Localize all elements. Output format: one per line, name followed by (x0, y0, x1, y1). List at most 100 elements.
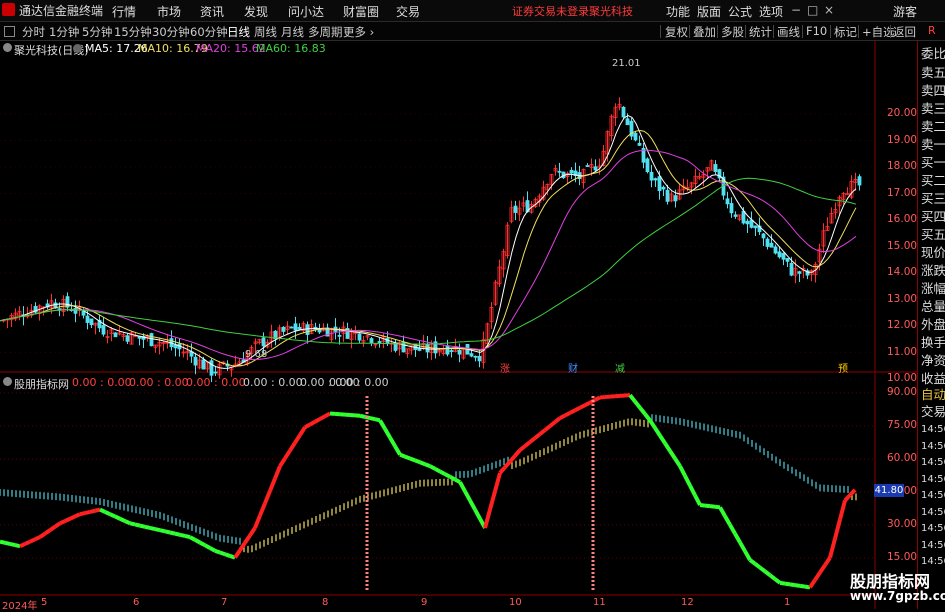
ma-toggle-icon[interactable] (73, 44, 82, 53)
period-tab-multi[interactable]: 多周期 (308, 24, 343, 40)
indicator-segment (655, 428, 660, 436)
event-badge-limit-up[interactable]: 涨 (500, 360, 510, 375)
menu-item-trade[interactable]: 交易 (396, 3, 420, 20)
menu-item-options[interactable]: 选项 (759, 3, 783, 20)
period-tab-30min[interactable]: 30分钟 (152, 24, 190, 40)
indicator-segment (290, 443, 295, 451)
quote-field-label[interactable]: 卖四 (921, 83, 945, 99)
quote-field-label[interactable]: 买四 (921, 209, 945, 225)
close-icon[interactable]: × (824, 3, 834, 17)
indicator-segment (375, 419, 380, 420)
indicator-segment (425, 464, 430, 466)
menu-item-layout[interactable]: 版面 (697, 3, 721, 20)
tool-multi-stock[interactable]: 多股 (721, 24, 744, 40)
period-tab-monthly[interactable]: 月线 (281, 24, 304, 40)
panel-corner-label[interactable]: R (928, 24, 936, 37)
candle-body (426, 344, 429, 352)
tool-back[interactable]: 返回 (893, 24, 916, 40)
candle-body (114, 333, 117, 337)
quote-field-label[interactable]: 涨跌 (921, 263, 945, 279)
panel-toggle-icon[interactable] (4, 26, 15, 37)
indicator-segment (515, 450, 520, 456)
quote-field-label[interactable]: 净资 (921, 353, 945, 369)
tool-overlay[interactable]: 叠加 (693, 24, 716, 40)
indicator-segment (195, 540, 200, 543)
quote-field-label[interactable]: 委比 (921, 46, 945, 62)
indicator-segment (120, 519, 125, 521)
indicator-segment (300, 427, 305, 435)
indicator-segment (735, 534, 740, 543)
indicator-segment (550, 422, 555, 426)
quote-field-label[interactable]: 外盘 (921, 317, 945, 333)
stock-link[interactable]: 聚光科技 (589, 3, 633, 19)
indicator-settings-icon[interactable] (3, 377, 12, 386)
quote-field-label[interactable]: 卖五 (921, 65, 945, 81)
menu-item-fortune[interactable]: 财富圈 (343, 3, 379, 20)
quote-field-label[interactable]: 买一 (921, 155, 945, 171)
event-badge-finance[interactable]: 财 (568, 360, 578, 375)
indicator-segment (45, 530, 50, 533)
quote-field-label[interactable]: 涨幅 (921, 281, 945, 297)
indicator-segment (60, 521, 65, 523)
quote-field-label[interactable]: 买五 (921, 227, 945, 243)
toolbar-separator (745, 25, 746, 38)
indicator-segment (485, 510, 490, 528)
period-tab-timeshare[interactable]: 分时 (22, 24, 45, 40)
period-tab-daily[interactable]: 日线 (227, 24, 250, 40)
candle-body (766, 239, 769, 246)
minimize-icon[interactable]: − (791, 3, 801, 17)
indicator-segment (760, 568, 765, 572)
indicator-segment (725, 516, 730, 525)
period-tab-weekly[interactable]: 周线 (254, 24, 277, 40)
period-tab-60min[interactable]: 60分钟 (190, 24, 228, 40)
indicator-tick: 15.00 (887, 551, 917, 563)
candle-body (558, 171, 561, 172)
period-tab-1min[interactable]: 1分钟 (49, 24, 79, 40)
login-warning[interactable]: 证券交易未登录 (512, 3, 589, 19)
indicator-segment (245, 535, 250, 542)
menu-item-market[interactable]: 市场 (157, 3, 181, 20)
maximize-icon[interactable]: □ (807, 3, 818, 17)
menu-item-formula[interactable]: 公式 (728, 3, 752, 20)
indicator-segment (650, 420, 655, 428)
menu-item-news[interactable]: 资讯 (200, 3, 224, 20)
candle-body (90, 319, 93, 325)
tool-adjust[interactable]: 复权 (665, 24, 688, 40)
candle-body (654, 179, 657, 180)
quote-field-label[interactable]: 卖一 (921, 137, 945, 153)
indicator-tick: 90.00 (887, 386, 917, 398)
indicator-segment (150, 528, 155, 529)
indicator-tick: 75.00 (887, 419, 917, 431)
menu-item-discover[interactable]: 发现 (244, 3, 268, 20)
menu-item-ask[interactable]: 问小达 (288, 3, 324, 20)
user-label[interactable]: 游客 (893, 3, 917, 20)
price-tick: 11.00 (887, 346, 917, 358)
quote-field-label[interactable]: 卖三 (921, 101, 945, 117)
event-badge-reduce[interactable]: 减 (615, 360, 625, 375)
quote-field-label[interactable]: 现价 (921, 245, 945, 261)
quote-field-label[interactable]: 收益 (921, 371, 945, 387)
tool-draw[interactable]: 画线 (777, 24, 800, 40)
indicator-segment (500, 467, 505, 473)
period-tab-more[interactable]: 更多 › (343, 24, 374, 40)
event-badge-forecast[interactable]: 预 (838, 360, 848, 375)
trade-label[interactable]: 交易 (921, 404, 945, 420)
chart-settings-icon[interactable] (3, 43, 12, 52)
quote-field-label[interactable]: 总量 (921, 299, 945, 315)
tool-f10[interactable]: F10 (806, 24, 827, 38)
quote-field-label[interactable]: 卖二 (921, 119, 945, 135)
period-tab-5min[interactable]: 5分钟 (82, 24, 112, 40)
quote-field-label[interactable]: 买二 (921, 173, 945, 189)
quote-field-label[interactable]: 换手 (921, 335, 945, 351)
auto-trade-label[interactable]: 自动 (921, 387, 945, 403)
quote-field-label[interactable]: 买三 (921, 191, 945, 207)
tool-stats[interactable]: 统计 (749, 24, 772, 40)
tool-mark[interactable]: 标记 (834, 24, 857, 40)
menu-item-quotes[interactable]: 行情 (112, 3, 136, 20)
indicator-segment (395, 446, 400, 455)
period-tab-15min[interactable]: 15分钟 (114, 24, 152, 40)
candle-body (210, 361, 213, 375)
indicator-segment (440, 471, 445, 474)
candle-body (774, 247, 777, 253)
menu-item-function[interactable]: 功能 (666, 3, 690, 20)
